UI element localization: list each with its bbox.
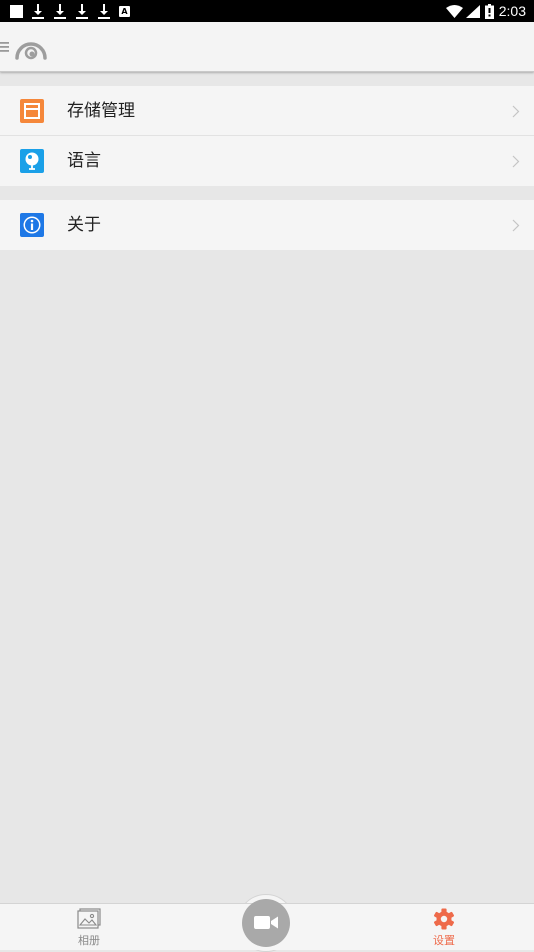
record-video-button[interactable]	[242, 899, 290, 947]
settings-group-storage-language: 存储管理 语言	[0, 86, 534, 186]
menu-icon[interactable]	[0, 41, 10, 53]
album-icon	[77, 908, 101, 929]
signal-icon	[465, 4, 480, 18]
notification-icons: A	[10, 3, 130, 19]
chevron-right-icon	[512, 219, 520, 232]
system-icons: 2:03	[445, 2, 526, 20]
storage-icon	[20, 99, 44, 123]
download-icon	[76, 4, 88, 19]
status-time: 2:03	[498, 3, 526, 19]
tab-settings-label: 设置	[433, 934, 455, 947]
settings-item-storage[interactable]: 存储管理	[0, 86, 534, 136]
chevron-right-icon	[512, 155, 520, 168]
app-icon	[10, 4, 23, 18]
gear-icon	[433, 908, 455, 930]
app-header	[0, 22, 534, 72]
tab-album[interactable]: 相册	[59, 904, 119, 951]
tab-album-label: 相册	[78, 934, 100, 947]
download-icon	[98, 4, 110, 19]
settings-item-language[interactable]: 语言	[0, 136, 534, 186]
settings-group-about: 关于	[0, 200, 534, 250]
settings-item-label: 关于	[67, 215, 101, 235]
camera-logo-icon[interactable]	[14, 36, 48, 60]
download-icon	[32, 4, 44, 19]
chevron-right-icon	[512, 105, 520, 118]
battery-icon	[484, 3, 494, 19]
settings-item-label: 语言	[67, 151, 101, 171]
language-icon	[20, 149, 44, 173]
video-camera-icon	[254, 916, 278, 929]
a-badge-icon: A	[119, 5, 130, 17]
download-icon	[54, 4, 66, 19]
tab-settings[interactable]: 设置	[414, 904, 474, 951]
info-icon	[20, 213, 44, 237]
wifi-icon	[445, 4, 463, 18]
settings-item-about[interactable]: 关于	[0, 200, 534, 250]
status-bar: A 2:03	[0, 0, 534, 22]
settings-item-label: 存储管理	[67, 101, 135, 121]
